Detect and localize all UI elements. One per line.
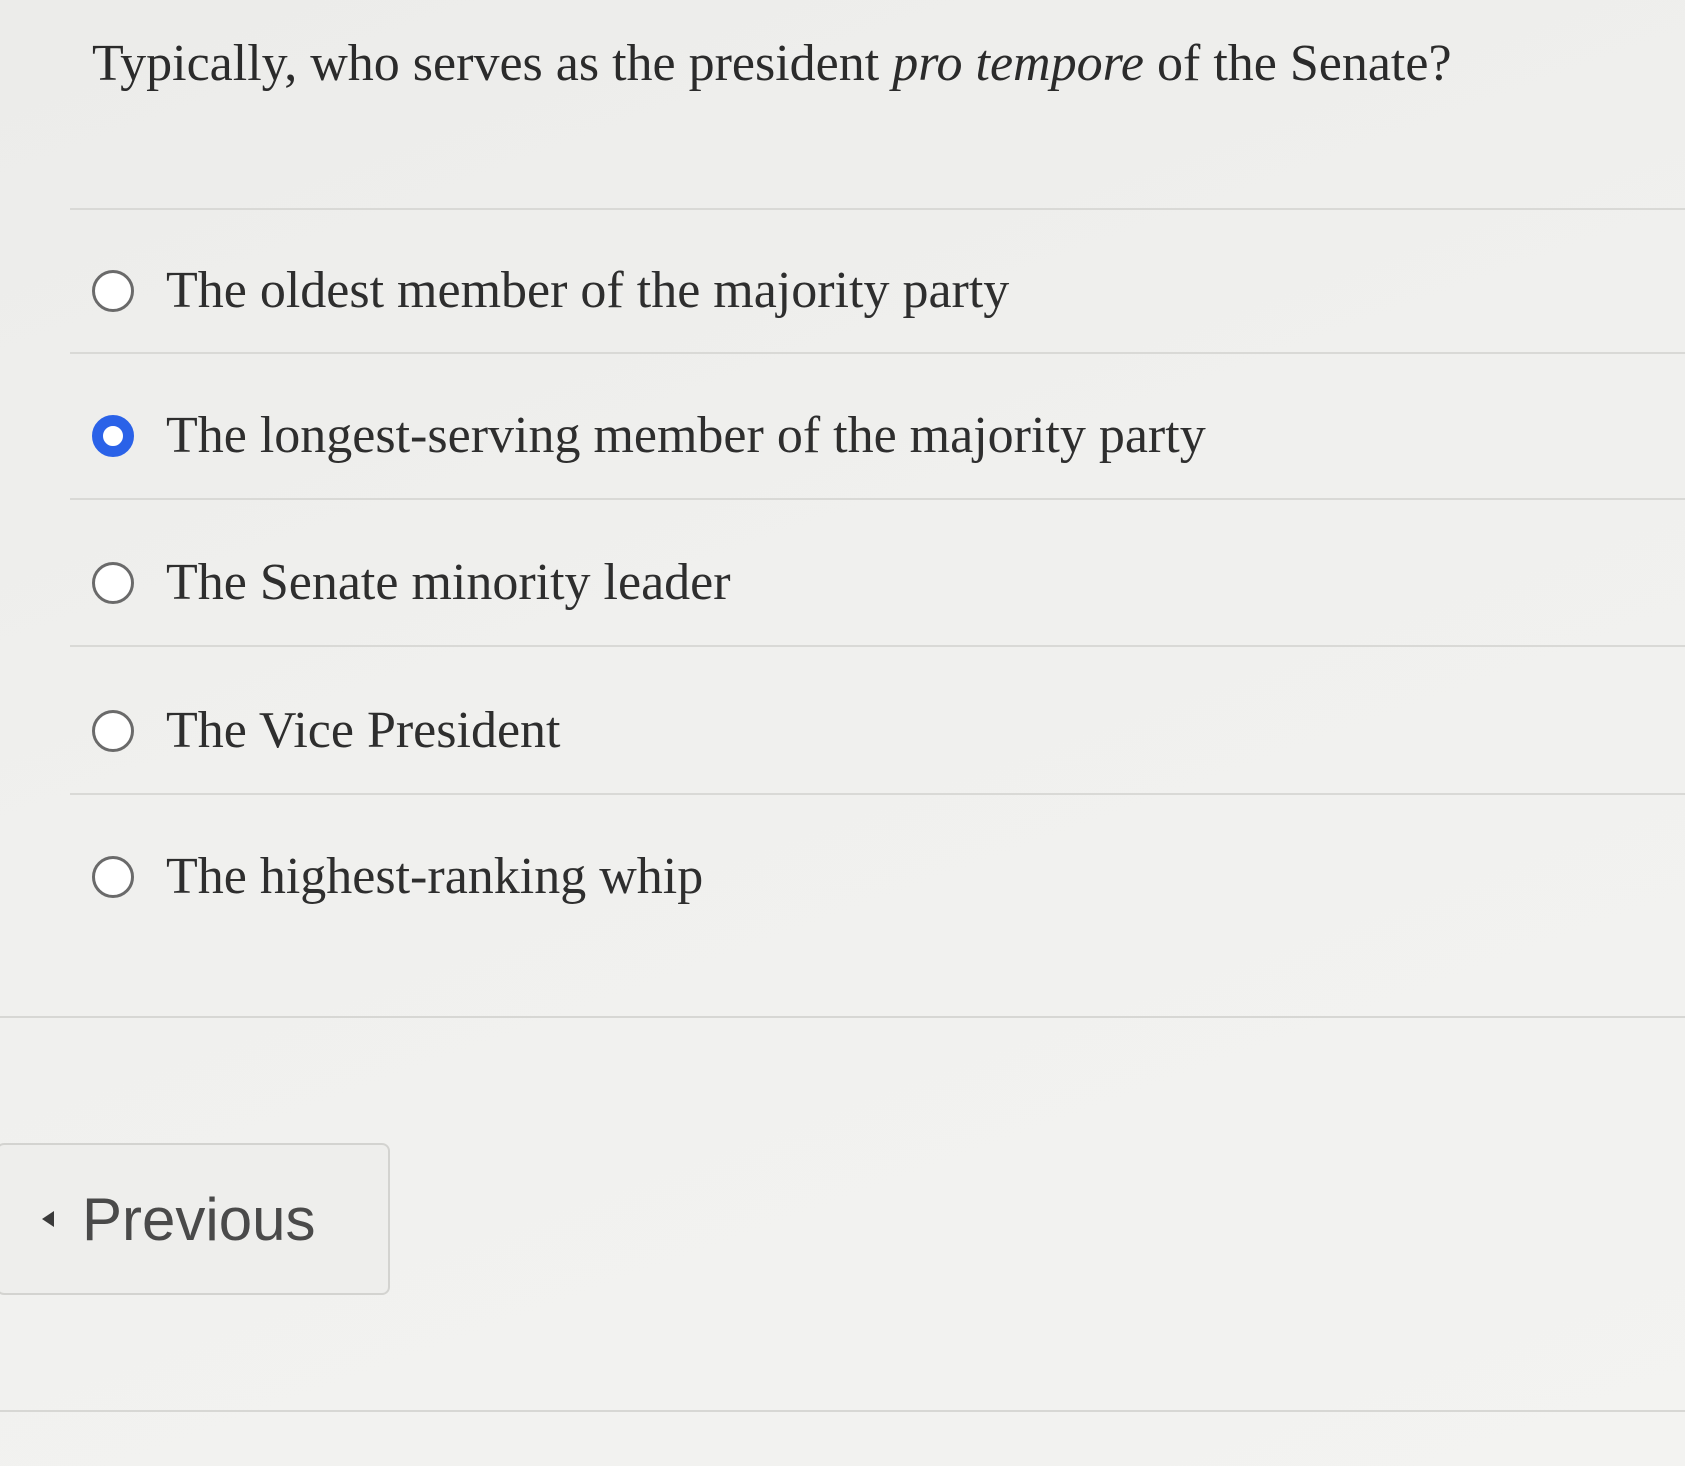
- previous-button-label: Previous: [82, 1185, 316, 1253]
- answer-option-label: The Senate minority leader: [166, 554, 731, 611]
- question-divider: [70, 208, 1685, 210]
- page-bottom-divider: [0, 1410, 1685, 1412]
- caret-left-icon: [42, 1211, 54, 1227]
- answers-bottom-divider: [0, 1016, 1685, 1018]
- previous-button[interactable]: Previous: [0, 1143, 390, 1295]
- option-divider: [70, 645, 1685, 647]
- question-text-part-2: of the Senate?: [1144, 35, 1452, 92]
- answer-option-label: The longest-serving member of the majori…: [166, 407, 1206, 464]
- question-text-italic: pro tempore: [892, 35, 1144, 92]
- radio-button-unselected-icon[interactable]: [92, 710, 134, 752]
- question-text: Typically, who serves as the president p…: [92, 30, 1612, 98]
- answer-option-label: The highest-ranking whip: [166, 848, 704, 905]
- question-text-part-1: Typically, who serves as the president: [92, 35, 893, 92]
- option-divider: [70, 498, 1685, 500]
- answer-option-2[interactable]: The longest-serving member of the majori…: [92, 410, 1206, 462]
- option-divider: [70, 352, 1685, 354]
- answer-option-label: The Vice President: [166, 702, 561, 759]
- radio-button-unselected-icon[interactable]: [92, 562, 134, 604]
- radio-button-selected-icon[interactable]: [92, 415, 134, 457]
- answer-option-3[interactable]: The Senate minority leader: [92, 557, 731, 609]
- answer-option-label: The oldest member of the majority party: [166, 262, 1010, 319]
- option-divider: [70, 793, 1685, 795]
- radio-button-unselected-icon[interactable]: [92, 856, 134, 898]
- answer-option-4[interactable]: The Vice President: [92, 705, 560, 757]
- answer-option-5[interactable]: The highest-ranking whip: [92, 851, 703, 903]
- radio-button-unselected-icon[interactable]: [92, 270, 134, 312]
- answer-option-1[interactable]: The oldest member of the majority party: [92, 265, 1009, 317]
